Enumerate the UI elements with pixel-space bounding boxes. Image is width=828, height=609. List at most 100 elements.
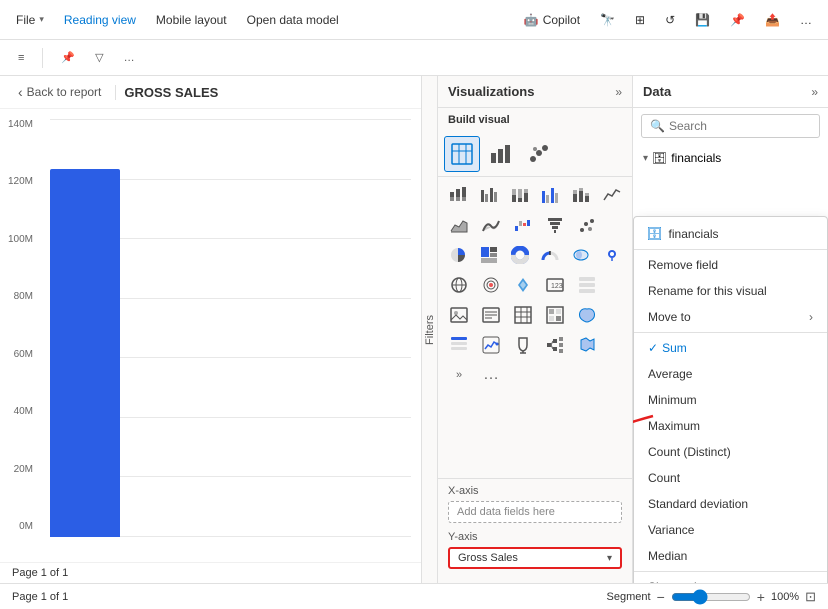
y-axis-chevron: ▾ bbox=[607, 553, 612, 564]
db-icon: 🗄 bbox=[652, 151, 667, 165]
y-axis-value[interactable]: Gross Sales ▾ bbox=[448, 547, 622, 569]
refresh-btn[interactable]: ↺ bbox=[657, 9, 683, 31]
x-axis-input[interactable]: Add data fields here bbox=[448, 501, 622, 523]
viz-multi-row-card[interactable] bbox=[572, 271, 602, 299]
tree-item-financials[interactable]: ▾ 🗄 financials bbox=[633, 148, 828, 168]
zoom-plus-btn[interactable]: + bbox=[757, 589, 765, 605]
viz-funnel[interactable] bbox=[540, 211, 570, 239]
viz-shape-map[interactable] bbox=[572, 301, 602, 329]
toolbar-separator bbox=[42, 48, 43, 68]
ctx-variance[interactable]: Variance bbox=[634, 517, 827, 543]
ctx-move-to[interactable]: Move to › bbox=[634, 304, 827, 330]
menu-file[interactable]: File ▾ bbox=[8, 9, 52, 31]
context-menu: 🗄 financials Remove field Rename for thi… bbox=[633, 216, 828, 583]
ctx-std-dev[interactable]: Standard deviation bbox=[634, 491, 827, 517]
viz-donut[interactable] bbox=[505, 241, 534, 269]
viz-globe[interactable] bbox=[444, 271, 474, 299]
viz-table-grid[interactable] bbox=[508, 301, 538, 329]
viz-decomp-tree[interactable] bbox=[540, 331, 570, 359]
viz-gauge[interactable] bbox=[536, 241, 565, 269]
menu-right: 🤖 Copilot 🔭 ⊞ ↺ 💾 📌 📤 … bbox=[516, 9, 820, 31]
y-label-60: 60M bbox=[14, 349, 33, 360]
zoom-slider[interactable] bbox=[671, 589, 751, 605]
viz-kpi[interactable] bbox=[476, 331, 506, 359]
viz-pie[interactable] bbox=[444, 241, 473, 269]
viz-100-stacked[interactable] bbox=[505, 181, 534, 209]
more-btn[interactable]: … bbox=[792, 9, 820, 31]
viz-line[interactable] bbox=[597, 181, 626, 209]
viz-more-btn[interactable]: … bbox=[476, 361, 506, 389]
viz-stacked-bar[interactable] bbox=[444, 181, 473, 209]
viz-target[interactable] bbox=[476, 271, 506, 299]
ctx-show-value-as[interactable]: Show value as › bbox=[634, 574, 827, 583]
viz-clustered-bar[interactable] bbox=[475, 181, 504, 209]
viz-stacked-col[interactable] bbox=[567, 181, 596, 209]
ctx-average[interactable]: Average bbox=[634, 361, 827, 387]
y-label-80: 80M bbox=[14, 291, 33, 302]
ctx-maximum[interactable]: Maximum bbox=[634, 413, 827, 439]
viz-area[interactable] bbox=[444, 211, 474, 239]
search-input[interactable] bbox=[669, 119, 824, 133]
grid-btn[interactable]: ⊞ bbox=[627, 9, 653, 31]
viz-expand-btn[interactable]: » bbox=[444, 361, 474, 389]
more-icon: … bbox=[800, 13, 812, 27]
viz-map[interactable] bbox=[597, 241, 626, 269]
fit-page-icon[interactable]: ⊡ bbox=[805, 589, 816, 605]
ctx-rename[interactable]: Rename for this visual bbox=[634, 278, 827, 304]
viz-icon-bar-chart[interactable] bbox=[482, 136, 518, 172]
viz-ribbon[interactable] bbox=[476, 211, 506, 239]
toolbar-pin-btn[interactable]: 📌 bbox=[55, 47, 81, 68]
pin-btn[interactable]: 📌 bbox=[722, 9, 753, 31]
viz-card[interactable]: 123 bbox=[540, 271, 570, 299]
ctx-remove-field[interactable]: Remove field bbox=[634, 252, 827, 278]
viz-text-box[interactable] bbox=[476, 301, 506, 329]
viz-trophy[interactable] bbox=[508, 331, 538, 359]
viz-icons-grid: 123 bbox=[438, 177, 632, 393]
ctx-count-distinct[interactable]: Count (Distinct) bbox=[634, 439, 827, 465]
viz-treemap[interactable] bbox=[475, 241, 504, 269]
viz-row-7: » … bbox=[444, 361, 626, 389]
viz-slicer[interactable] bbox=[444, 331, 474, 359]
ctx-check-icon: ✓ bbox=[648, 341, 658, 355]
menu-reading-view[interactable]: Reading view bbox=[56, 9, 144, 31]
menu-mobile-layout[interactable]: Mobile layout bbox=[148, 9, 235, 31]
hamburger-btn[interactable]: ≡ bbox=[12, 48, 30, 68]
y-label-100: 100M bbox=[8, 234, 33, 245]
viz-filled-map[interactable] bbox=[567, 241, 596, 269]
data-tree: ▾ 🗄 financials bbox=[633, 144, 828, 172]
toolbar-more-icon: … bbox=[124, 52, 135, 64]
filters-panel[interactable]: Filters bbox=[422, 76, 438, 583]
zoom-minus-btn[interactable]: − bbox=[657, 589, 665, 605]
ctx-minimum[interactable]: Minimum bbox=[634, 387, 827, 413]
viz-clustered-col[interactable] bbox=[536, 181, 565, 209]
ctx-section-header: 🗄 financials bbox=[634, 221, 827, 247]
share-btn[interactable]: 📤 bbox=[757, 9, 788, 31]
tree-chevron-icon: ▾ bbox=[643, 153, 648, 164]
viz-icon-table[interactable] bbox=[444, 136, 480, 172]
data-expand-icon[interactable]: » bbox=[811, 85, 818, 99]
viz-azure-map[interactable] bbox=[508, 271, 538, 299]
back-button[interactable]: ‹ Back to report bbox=[12, 82, 107, 102]
chart-header: ‹ Back to report GROSS SALES bbox=[0, 76, 421, 109]
copilot-btn[interactable]: 🤖 Copilot bbox=[516, 9, 588, 31]
toolbar: ≡ 📌 ▽ … bbox=[0, 40, 828, 76]
toolbar-more-btn[interactable]: … bbox=[118, 48, 141, 68]
save-btn[interactable]: 💾 bbox=[687, 9, 718, 31]
ctx-move-arrow-icon: › bbox=[809, 310, 813, 324]
viz-filled-map-2[interactable] bbox=[572, 331, 602, 359]
binoculars-btn[interactable]: 🔭 bbox=[592, 9, 623, 31]
ctx-sum[interactable]: ✓Sum bbox=[634, 335, 827, 361]
viz-scatter[interactable] bbox=[572, 211, 602, 239]
viz-icon-scatter[interactable] bbox=[520, 136, 556, 172]
menu-open-data-model[interactable]: Open data model bbox=[239, 9, 347, 31]
viz-waterfall[interactable] bbox=[508, 211, 538, 239]
toolbar-filter-btn[interactable]: ▽ bbox=[89, 47, 109, 68]
bar-gross-sales[interactable] bbox=[50, 169, 120, 537]
viz-image[interactable] bbox=[444, 301, 474, 329]
search-box[interactable]: 🔍 bbox=[641, 114, 820, 138]
main-area: ‹ Back to report GROSS SALES 140M 120M 1… bbox=[0, 76, 828, 583]
ctx-count[interactable]: Count bbox=[634, 465, 827, 491]
viz-matrix[interactable] bbox=[540, 301, 570, 329]
ctx-median[interactable]: Median bbox=[634, 543, 827, 569]
viz-expand-icon[interactable]: » bbox=[615, 85, 622, 99]
